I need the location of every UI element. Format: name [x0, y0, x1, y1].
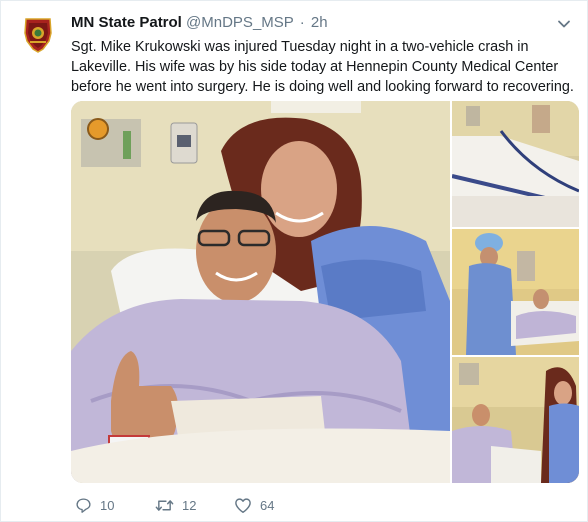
reply-icon: [76, 497, 91, 513]
retweet-button[interactable]: 12: [155, 495, 196, 515]
heart-icon: [235, 497, 251, 513]
reply-button[interactable]: 10: [75, 495, 114, 515]
photo-main[interactable]: [71, 101, 450, 483]
display-name[interactable]: MN State Patrol: [71, 14, 182, 31]
photo-thumb-2[interactable]: [452, 229, 579, 355]
photo-thumb-1[interactable]: [451, 101, 579, 227]
avatar[interactable]: [15, 11, 61, 57]
user-handle[interactable]: @MnDPS_MSP: [186, 14, 293, 31]
like-button[interactable]: 64: [234, 495, 274, 515]
retweet-icon: [155, 499, 174, 511]
tweet-actions: 10 12 64: [71, 495, 471, 515]
tweet-header: MN State Patrol @MnDPS_MSP · 2h: [71, 13, 328, 33]
state-patrol-badge-icon: [15, 11, 61, 57]
separator-dot: ·: [299, 14, 305, 31]
timestamp[interactable]: 2h: [311, 14, 328, 31]
chevron-down-icon[interactable]: [557, 17, 571, 31]
media-grid[interactable]: [71, 101, 579, 483]
tweet-card[interactable]: MN State Patrol @MnDPS_MSP · 2h Sgt. Mik…: [0, 0, 588, 522]
retweet-count: 12: [182, 497, 197, 513]
reply-count: 10: [100, 497, 115, 513]
photo-thumb-3[interactable]: [452, 357, 579, 483]
like-count: 64: [260, 497, 275, 513]
tweet-text: Sgt. Mike Krukowski was injured Tuesday …: [71, 39, 574, 95]
